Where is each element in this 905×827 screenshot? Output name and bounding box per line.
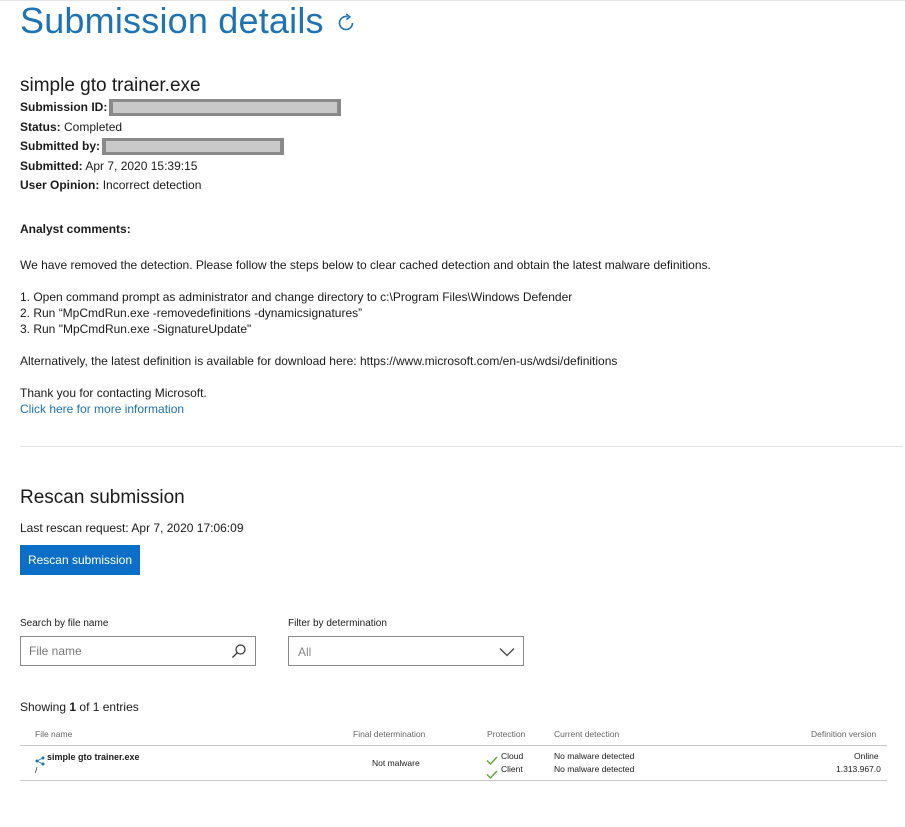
- user-opinion-value: Incorrect detection: [102, 178, 202, 192]
- comments-thanks: Thank you for contacting Microsoft.: [20, 386, 207, 400]
- user-opinion-label: User Opinion:: [20, 178, 100, 192]
- status-label: Status:: [20, 119, 61, 134]
- file-name-search-input[interactable]: [29, 637, 229, 665]
- user-opinion-row: User Opinion: Incorrect detection: [20, 176, 341, 196]
- comments-alternative: Alternatively, the latest definition is …: [20, 354, 618, 368]
- comments-step: 2. Run “MpCmdRun.exe -removedefinitions …: [20, 306, 363, 320]
- column-header-file-name[interactable]: File name: [35, 729, 72, 739]
- submitted-label: Submitted:: [20, 158, 83, 173]
- search-icon[interactable]: [231, 643, 247, 659]
- redacted-submitter: [102, 138, 284, 156]
- submitted-value: Apr 7, 2020 15:39:15: [85, 158, 198, 173]
- row-file-name[interactable]: simple gto trainer.exe: [47, 752, 140, 762]
- table-header-divider: [20, 745, 887, 746]
- search-field[interactable]: [20, 636, 256, 666]
- row-file-path: /: [35, 765, 38, 775]
- status-row: Status: Completed: [20, 118, 341, 138]
- comments-step: 1. Open command prompt as administrator …: [20, 290, 573, 304]
- redacted-submission-id: [109, 99, 342, 117]
- column-header-current-detection[interactable]: Current detection: [554, 729, 619, 739]
- row-version-cloud: Online: [854, 751, 879, 761]
- file-title: simple gto trainer.exe: [20, 75, 201, 96]
- page-header: Submission details: [20, 0, 358, 42]
- column-header-definition-version[interactable]: Definition version: [811, 729, 876, 739]
- chevron-down-icon: [499, 645, 515, 657]
- rescan-section-title: Rescan submission: [20, 487, 185, 508]
- comments-intro: We have removed the detection. Please fo…: [20, 258, 711, 272]
- submitted-by-label: Submitted by:: [20, 139, 100, 153]
- analyst-comments-heading: Analyst comments:: [20, 222, 131, 236]
- analyst-comments: Analyst comments: We have removed the de…: [20, 221, 711, 417]
- check-icon: [486, 766, 498, 779]
- entries-prefix: Showing: [20, 700, 70, 714]
- submitted-row: Submitted: Apr 7, 2020 15:39:15: [20, 157, 341, 177]
- section-divider: [20, 446, 903, 447]
- row-protection-cloud: Cloud: [501, 751, 524, 761]
- check-icon: [486, 752, 498, 765]
- entries-suffix: of 1 entries: [76, 700, 139, 714]
- entries-count: Showing 1 of 1 entries: [20, 700, 139, 714]
- table-bottom-border: [20, 780, 887, 781]
- submission-id-row: Submission ID:: [20, 98, 342, 118]
- row-final-determination: Not malware: [372, 758, 420, 768]
- submission-id-label: Submission ID:: [20, 100, 108, 114]
- page-title: Submission details: [20, 0, 324, 41]
- share-icon: [35, 753, 45, 766]
- status-value: Completed: [64, 119, 123, 134]
- determination-filter-label: Filter by determination: [288, 618, 387, 629]
- submission-meta: Submission ID: Status: Completed Submitt…: [20, 98, 342, 196]
- more-info-link[interactable]: Click here for more information: [20, 401, 711, 417]
- column-header-protection[interactable]: Protection: [487, 729, 525, 739]
- row-protection-client: Client: [501, 764, 523, 774]
- row-detection-cloud: No malware detected: [554, 751, 635, 761]
- comments-step: 3. Run "MpCmdRun.exe -SignatureUpdate": [20, 322, 252, 336]
- determination-filter-value: All: [298, 645, 312, 659]
- submitted-by-row: Submitted by:: [20, 137, 341, 157]
- search-label: Search by file name: [20, 618, 109, 629]
- row-version-client: 1.313.967.0: [836, 764, 881, 774]
- determination-filter-select[interactable]: All: [288, 636, 524, 666]
- refresh-icon[interactable]: [334, 11, 358, 35]
- row-detection-client: No malware detected: [554, 764, 635, 774]
- column-header-final-determination[interactable]: Final determination: [353, 729, 425, 739]
- rescan-submission-button[interactable]: Rescan submission: [20, 545, 140, 575]
- last-rescan-request: Last rescan request: Apr 7, 2020 17:06:0…: [20, 521, 244, 535]
